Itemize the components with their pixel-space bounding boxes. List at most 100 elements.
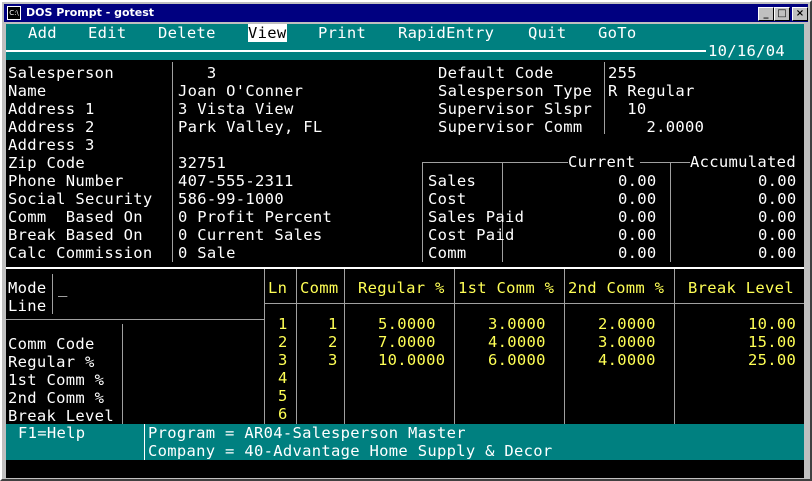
date-display: 10/16/04 <box>708 42 786 60</box>
label-comm-based: Comm Based On <box>8 208 143 226</box>
close-button[interactable]: × <box>792 7 808 21</box>
mode-input[interactable]: _ <box>58 279 68 297</box>
dos-window: C:\ DOS Prompt - gotest _ □ × Add Edit D… <box>0 0 812 481</box>
grid-row-3-ln[interactable]: 3 <box>278 351 288 369</box>
totals-sales-paid-current: 0.00 <box>618 208 657 226</box>
label-calc-comm: Calc Commission <box>8 244 153 262</box>
calc-comm-value[interactable]: 0 Sale <box>178 244 236 262</box>
totals-sales-current: 0.00 <box>618 172 657 190</box>
grid-row-1-ln[interactable]: 1 <box>278 315 288 333</box>
totals-comm-label: Comm <box>428 244 467 262</box>
grid-row-2-comm[interactable]: 2 <box>328 333 338 351</box>
phone-value[interactable]: 407-555-2311 <box>178 172 294 190</box>
menu-delete[interactable]: Delete <box>158 24 216 42</box>
supervisor-comm-value[interactable]: 2.0000 <box>608 118 705 136</box>
program-info: Program = AR04-Salesperson Master <box>148 424 466 442</box>
totals-cost-paid-label: Cost Paid <box>428 226 515 244</box>
totals-cost-current: 0.00 <box>618 190 657 208</box>
detail-first-comm-label: 1st Comm % <box>8 371 105 389</box>
grid-header-break-level: Break Level <box>688 279 794 297</box>
grid-header-first-comm: 1st Comm % <box>458 279 555 297</box>
mode-divider <box>52 274 53 314</box>
menu-edit[interactable]: Edit <box>88 24 127 42</box>
grid-row-1-second-comm[interactable]: 2.0000 <box>598 315 656 333</box>
grid-row-1-first-comm[interactable]: 3.0000 <box>488 315 546 333</box>
help-hint[interactable]: F1=Help <box>18 424 85 442</box>
default-code-value[interactable]: 255 <box>608 64 637 82</box>
menu-rapidentry[interactable]: RapidEntry <box>398 24 494 42</box>
window-title: DOS Prompt - gotest <box>26 6 155 19</box>
grid-row-1-comm[interactable]: 1 <box>328 315 338 333</box>
grid-col-divider-3 <box>454 269 455 424</box>
grid-row-2-regular[interactable]: 7.0000 <box>378 333 436 351</box>
grid-row-6-ln[interactable]: 6 <box>278 405 288 423</box>
grid-row-2-break-level[interactable]: 15.00 <box>748 333 796 351</box>
minimize-button[interactable]: _ <box>758 7 774 21</box>
grid-col-divider-2 <box>344 269 345 424</box>
menu-view[interactable]: View <box>248 24 287 42</box>
grid-row-3-regular[interactable]: 10.0000 <box>378 351 445 369</box>
totals-sales-label: Sales <box>428 172 477 190</box>
menu-bar: Add Edit Delete View Print RapidEntry Qu… <box>6 24 804 42</box>
grid-row-5-ln[interactable]: 5 <box>278 387 288 405</box>
label-supervisor-slspr: Supervisor Slspr <box>438 100 593 118</box>
detail-divider <box>122 324 123 424</box>
grid-row-1-regular[interactable]: 5.0000 <box>378 315 436 333</box>
company-info: Company = 40-Advantage Home Supply & Dec… <box>148 442 553 460</box>
salesperson-type-value[interactable]: R Regular <box>608 82 695 100</box>
dos-app-icon[interactable]: C:\ <box>7 6 21 20</box>
comm-based-value[interactable]: 0 Profit Percent <box>178 208 332 226</box>
address2-value[interactable]: Park Valley, FL <box>178 118 322 136</box>
totals-cost-label: Cost <box>428 190 467 208</box>
title-bar[interactable]: C:\ DOS Prompt - gotest _ □ × <box>4 4 808 22</box>
detail-second-comm-label: 2nd Comm % <box>8 389 105 407</box>
totals-cost-paid-accumulated: 0.00 <box>758 226 797 244</box>
zip-value[interactable]: 32751 <box>178 154 226 172</box>
totals-sales-paid-label: Sales Paid <box>428 208 525 226</box>
menu-quit[interactable]: Quit <box>528 24 567 42</box>
label-break-based: Break Based On <box>8 226 143 244</box>
menu-print[interactable]: Print <box>318 24 366 42</box>
section-divider <box>6 267 804 269</box>
menu-add[interactable]: Add <box>28 24 57 42</box>
grid-header-second-comm: 2nd Comm % <box>568 279 665 297</box>
console-screen[interactable]: Add Edit Delete View Print RapidEntry Qu… <box>6 24 804 478</box>
grid-col-divider-1 <box>296 269 297 424</box>
label-phone: Phone Number <box>8 172 124 190</box>
grid-row-2-ln[interactable]: 2 <box>278 333 288 351</box>
grid-row-2-first-comm[interactable]: 4.0000 <box>488 333 546 351</box>
grid-row-3-second-comm[interactable]: 4.0000 <box>598 351 656 369</box>
detail-break-level-label: Break Level <box>8 407 114 425</box>
break-based-value[interactable]: 0 Current Sales <box>178 226 322 244</box>
status-footer: F1=Help Program = AR04-Salesperson Maste… <box>6 424 804 460</box>
grid-row-1-break-level[interactable]: 10.00 <box>748 315 796 333</box>
grid-row-3-break-level[interactable]: 25.00 <box>748 351 796 369</box>
field-divider <box>172 62 173 262</box>
mode-label: Mode <box>8 279 47 297</box>
totals-col-divider <box>670 162 671 262</box>
label-ssn: Social Security <box>8 190 153 208</box>
grid-row-2-second-comm[interactable]: 3.0000 <box>598 333 656 351</box>
totals-top-border-mid <box>640 162 690 163</box>
label-address3: Address 3 <box>8 136 95 154</box>
totals-comm-accumulated: 0.00 <box>758 244 797 262</box>
totals-sales-paid-accumulated: 0.00 <box>758 208 797 226</box>
ssn-value[interactable]: 586-99-1000 <box>178 190 284 208</box>
grid-row-3-first-comm[interactable]: 6.0000 <box>488 351 546 369</box>
grid-left-border <box>264 269 265 424</box>
label-address2: Address 2 <box>8 118 95 136</box>
grid-row-3-comm[interactable]: 3 <box>328 351 338 369</box>
mode-bottom-border <box>6 319 264 320</box>
maximize-button[interactable]: □ <box>774 7 790 21</box>
menu-goto[interactable]: GoTo <box>598 24 637 42</box>
address1-value[interactable]: 3 Vista View <box>178 100 294 118</box>
salesperson-value[interactable]: 3 <box>178 64 217 82</box>
name-value[interactable]: Joan O'Conner <box>178 82 303 100</box>
grid-col-divider-4 <box>564 269 565 424</box>
supervisor-slspr-value[interactable]: 10 <box>608 100 647 118</box>
totals-cost-paid-current: 0.00 <box>618 226 657 244</box>
grid-header-regular: Regular % <box>358 279 445 297</box>
grid-row-4-ln[interactable]: 4 <box>278 369 288 387</box>
grid-header-border <box>264 303 804 304</box>
menu-divider <box>6 50 706 52</box>
